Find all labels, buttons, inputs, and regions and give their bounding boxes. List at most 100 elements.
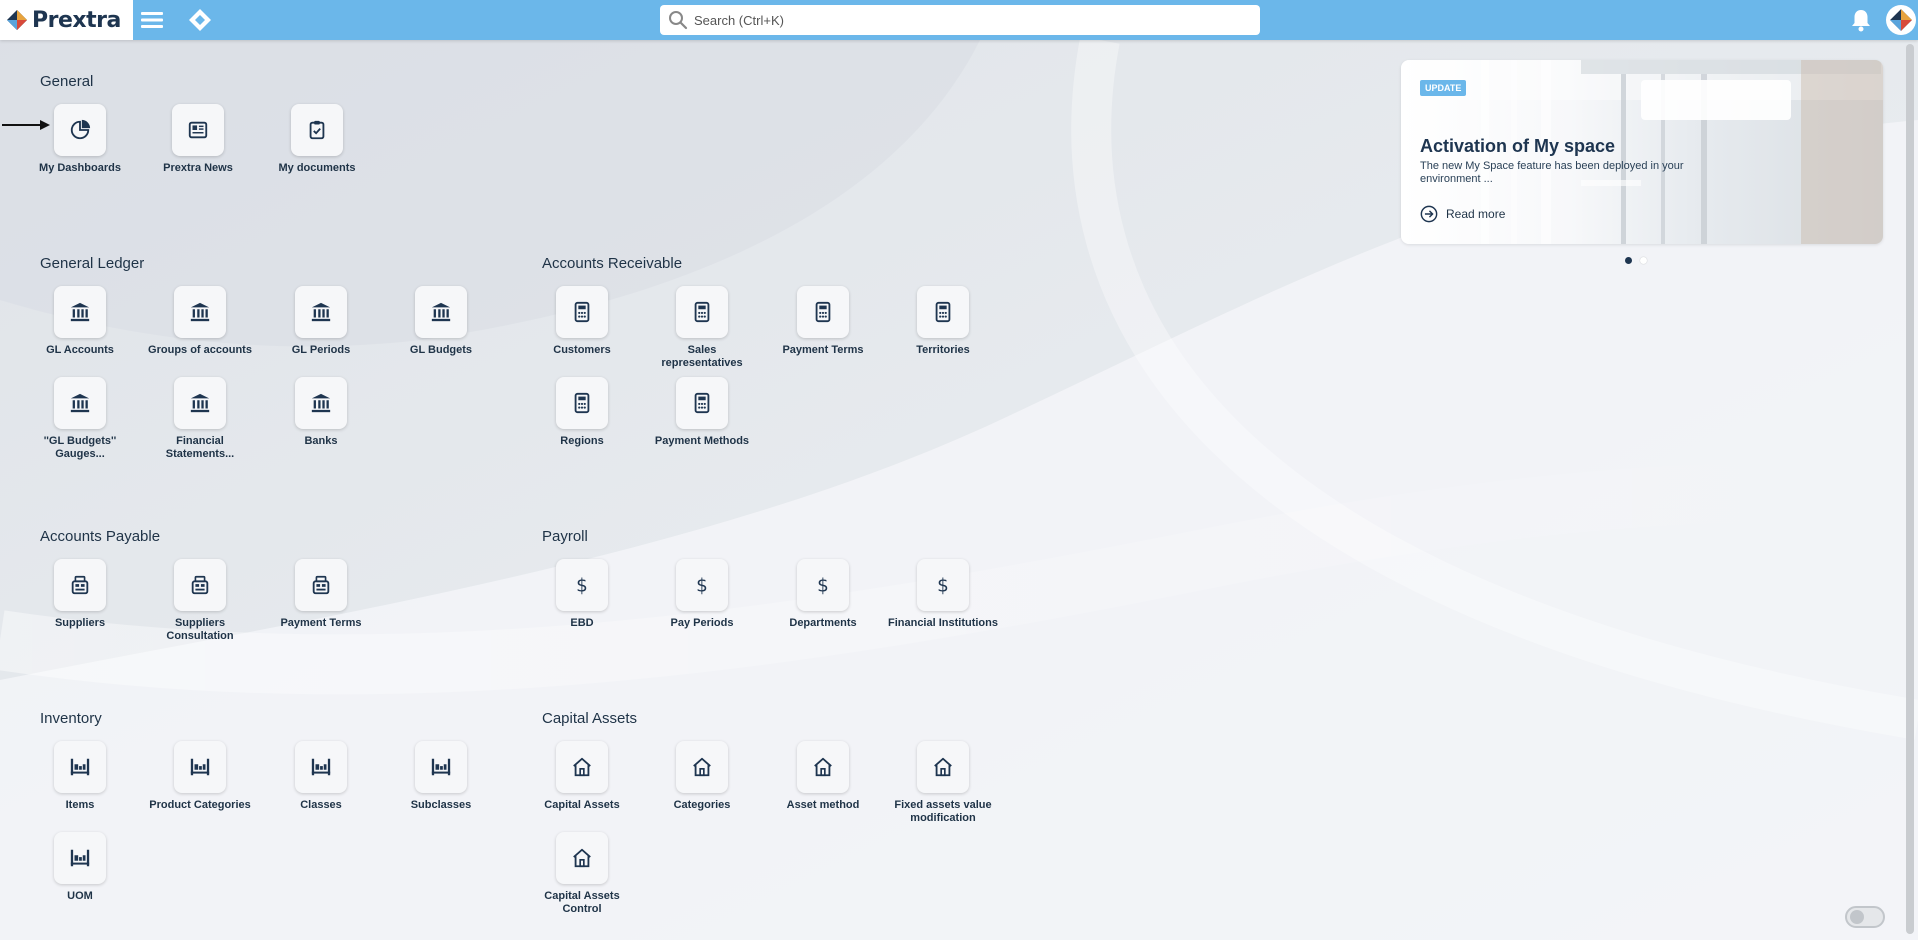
tile-label: Classes	[300, 799, 342, 811]
tile-label: Territories	[916, 344, 970, 356]
tile-label: Fixed assets value modification	[894, 799, 992, 824]
news-badge: UPDATE	[1420, 80, 1467, 96]
toggle-knob	[1850, 910, 1864, 924]
tile-fixed-assets-value-modification[interactable]: Fixed assets value modification	[883, 741, 1003, 825]
tile-prextra-news[interactable]: Prextra News	[138, 104, 258, 175]
tile-label: Items	[65, 799, 95, 811]
calculator-icon	[694, 301, 710, 323]
tile-suppliers[interactable]: Suppliers	[20, 559, 140, 630]
tile-capital-assets-control[interactable]: Capital Assets Control	[522, 832, 642, 916]
search-input[interactable]	[694, 7, 1254, 33]
tile-label: My Dashboards	[39, 162, 121, 174]
tile-gl-accounts[interactable]: GL Accounts	[20, 286, 140, 357]
tile-payment-terms-ap[interactable]: Payment Terms	[261, 559, 381, 630]
tile-customers[interactable]: Customers	[522, 286, 642, 357]
tile-financial-institutions[interactable]: $ Financial Institutions	[883, 559, 1003, 630]
dollar-icon: $	[696, 575, 708, 596]
top-bar: Prextra	[0, 0, 1918, 40]
logo-text: Prextra	[32, 7, 121, 33]
tile-territories[interactable]: Territories	[883, 286, 1003, 357]
tile-label: ''GL Budgets'' Gauges...	[43, 435, 117, 460]
tile-label: Prextra News	[163, 162, 233, 174]
section-title: General Ledger	[40, 255, 145, 272]
tile-banks[interactable]: Banks	[261, 377, 381, 448]
house-icon	[573, 757, 591, 777]
avatar[interactable]	[1886, 5, 1916, 35]
scrollbar-thumb[interactable]	[1906, 44, 1914, 934]
tile-payment-methods[interactable]: Payment Methods	[642, 377, 762, 448]
dollar-icon: $	[817, 575, 829, 596]
tile-financial-statements[interactable]: Financial Statements...	[140, 377, 260, 461]
tile-gl-budgets-gauges[interactable]: ''GL Budgets'' Gauges...	[20, 377, 140, 461]
tile-payment-terms-ar[interactable]: Payment Terms	[763, 286, 883, 357]
tile-departments[interactable]: $ Departments	[763, 559, 883, 630]
tile-categories[interactable]: Categories	[642, 741, 762, 812]
tile-product-categories[interactable]: Product Categories	[140, 741, 260, 812]
tile-label: Suppliers Consultation	[166, 617, 234, 642]
tile-gl-budgets[interactable]: GL Budgets	[381, 286, 501, 357]
section-title: Accounts Receivable	[542, 255, 683, 272]
read-more-link[interactable]: Read more	[1420, 205, 1505, 223]
tile-label: Capital Assets	[544, 799, 620, 811]
tile-gl-periods[interactable]: GL Periods	[261, 286, 381, 357]
tile-label: GL Periods	[291, 344, 351, 356]
tile-items[interactable]: Items	[20, 741, 140, 812]
bank-icon	[311, 302, 331, 322]
dollar-icon: $	[576, 575, 588, 596]
tile-ebd[interactable]: $ EBD	[522, 559, 642, 630]
tile-label: Payment Methods	[654, 435, 750, 447]
calculator-icon	[574, 392, 590, 414]
hamburger-menu-icon	[141, 12, 163, 28]
diamond-home-icon	[189, 9, 211, 31]
calculator-icon	[574, 301, 590, 323]
tile-regions[interactable]: Regions	[522, 377, 642, 448]
cash-register-icon	[191, 575, 209, 595]
section-title: Capital Assets	[542, 710, 638, 727]
page-scrollbar[interactable]	[1906, 44, 1914, 934]
tile-capital-assets[interactable]: Capital Assets	[522, 741, 642, 812]
section-title: General	[40, 73, 94, 90]
tile-asset-method[interactable]: Asset method	[763, 741, 883, 812]
tile-groups-of-accounts[interactable]: Groups of accounts	[140, 286, 260, 357]
carousel-dots	[1625, 257, 1647, 264]
home-button[interactable]	[185, 5, 215, 35]
tile-label: Pay Periods	[670, 617, 734, 629]
tile-classes[interactable]: Classes	[261, 741, 381, 812]
section-payroll: Payroll $ EBD $ Pay Periods $ Department…	[542, 527, 998, 629]
tile-pay-periods[interactable]: $ Pay Periods	[642, 559, 762, 630]
arrow-circle-right-icon	[1420, 205, 1438, 223]
tile-uom[interactable]: UOM	[20, 832, 140, 903]
svg-text:$: $	[696, 575, 708, 596]
tile-sales-representatives[interactable]: Sales representatives	[642, 286, 762, 370]
tile-label: Financial Statements...	[165, 435, 235, 460]
section-accounts-receivable: Accounts Receivable Customers Sales repr…	[542, 254, 970, 447]
bank-icon	[70, 393, 90, 413]
news-card[interactable]: UPDATE Activation of My space The new My…	[1401, 60, 1883, 244]
section-inventory: Inventory Items Product Categories Class…	[40, 709, 471, 902]
pie-chart-icon	[70, 119, 91, 140]
tile-label: Payment Terms	[280, 617, 362, 629]
cash-register-icon	[71, 575, 89, 595]
calculator-icon	[694, 392, 710, 414]
carousel-dot-2[interactable]	[1640, 257, 1647, 264]
prextra-logo-icon	[7, 10, 27, 30]
bank-icon	[190, 302, 210, 322]
search-box[interactable]	[660, 5, 1260, 35]
search-icon	[669, 11, 688, 30]
tile-label: Sales representatives	[661, 344, 743, 369]
newspaper-icon	[188, 121, 208, 139]
notifications-button[interactable]	[1847, 6, 1875, 34]
tile-subclasses[interactable]: Subclasses	[381, 741, 501, 812]
carousel-dot-1[interactable]	[1625, 257, 1632, 264]
tile-my-dashboards[interactable]: My Dashboards	[20, 104, 140, 175]
tile-my-documents[interactable]: My documents	[257, 104, 377, 175]
hamburger-menu-button[interactable]	[137, 5, 167, 35]
svg-text:$: $	[817, 575, 829, 596]
tile-label: Subclasses	[410, 799, 472, 811]
house-icon	[693, 757, 711, 777]
logo[interactable]: Prextra	[0, 0, 133, 40]
bank-icon	[431, 302, 451, 322]
tile-suppliers-consultation[interactable]: Suppliers Consultation	[140, 559, 260, 643]
tile-label: Product Categories	[149, 799, 251, 811]
theme-toggle[interactable]	[1845, 906, 1885, 928]
